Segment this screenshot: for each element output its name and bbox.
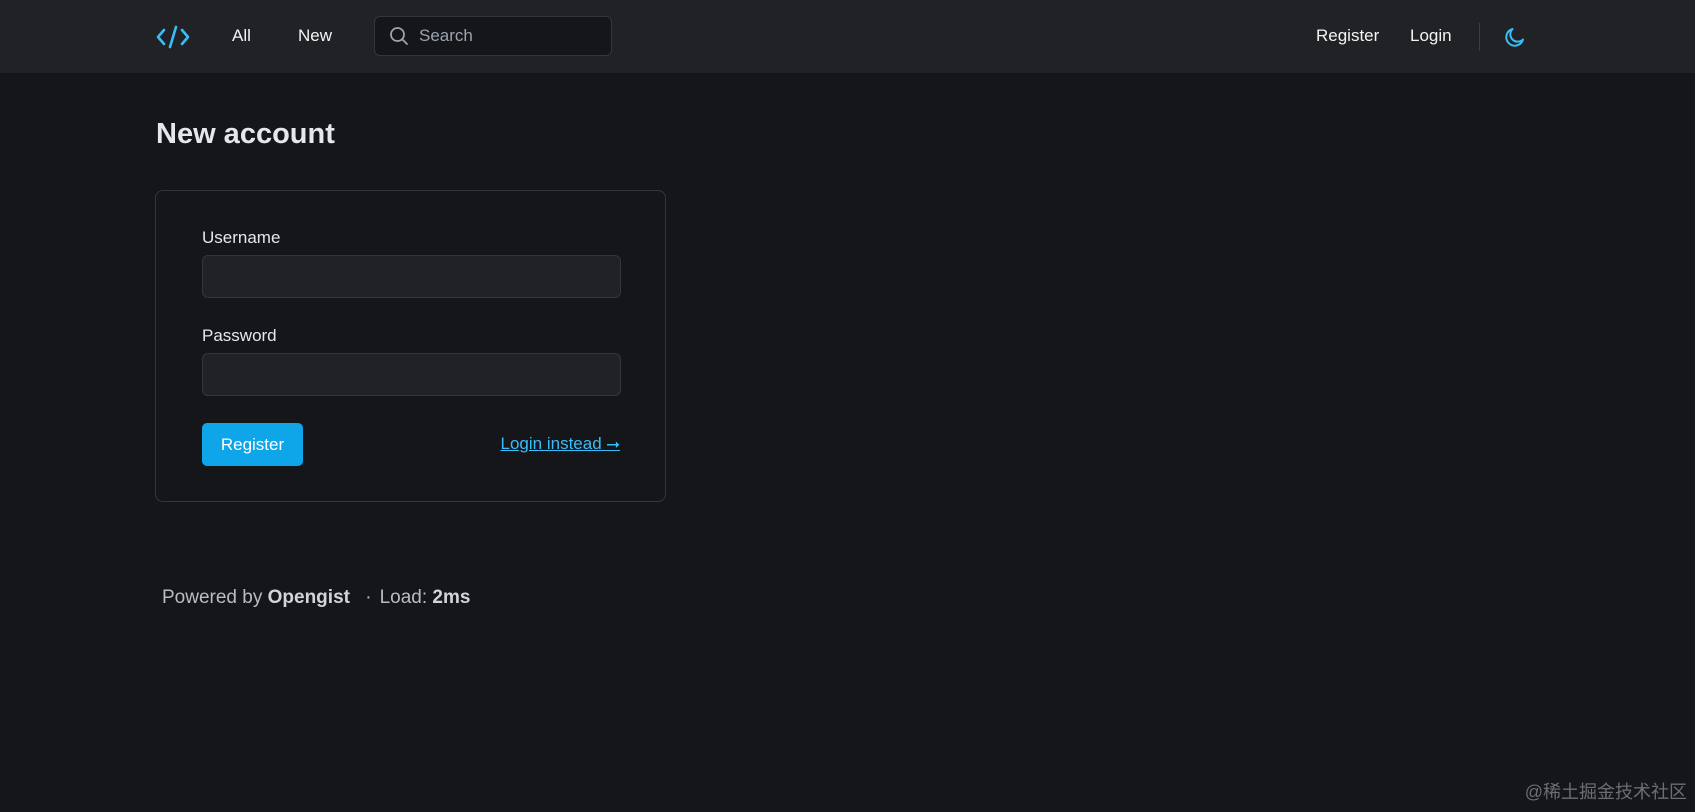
register-form-card: Username Password Register Login instead… (155, 190, 666, 502)
load-label: Load: (379, 587, 428, 608)
nav-all-link[interactable]: All (232, 24, 251, 48)
nav-login-link[interactable]: Login (1410, 24, 1452, 48)
footer: Powered by Opengist · Load: 2ms (162, 586, 470, 610)
nav-divider (1479, 23, 1480, 51)
code-brackets-icon[interactable] (154, 21, 192, 53)
username-field[interactable] (202, 255, 621, 298)
login-instead-label: Login instead (500, 434, 602, 453)
nav-new-link[interactable]: New (298, 24, 332, 48)
brand-name[interactable]: Opengist (268, 587, 350, 608)
nav-register-link[interactable]: Register (1316, 24, 1379, 48)
search-input[interactable] (419, 21, 611, 51)
password-field[interactable] (202, 353, 621, 396)
moon-icon[interactable] (1502, 24, 1528, 50)
navbar: All New Register Login (0, 0, 1695, 73)
username-label: Username (202, 228, 281, 247)
load-value: 2ms (432, 587, 471, 608)
arrow-right-icon: ⭢ (606, 434, 620, 453)
watermark: @稀土掘金技术社区 (1524, 782, 1687, 802)
search-icon (389, 26, 409, 46)
footer-separator: · (365, 587, 372, 608)
login-instead-link[interactable]: Login instead ⭢ (501, 432, 620, 456)
register-button[interactable]: Register (202, 423, 303, 466)
search-box[interactable] (374, 16, 612, 56)
powered-by-label: Powered by (162, 587, 263, 608)
password-label: Password (202, 326, 277, 345)
page-title: New account (156, 118, 335, 150)
